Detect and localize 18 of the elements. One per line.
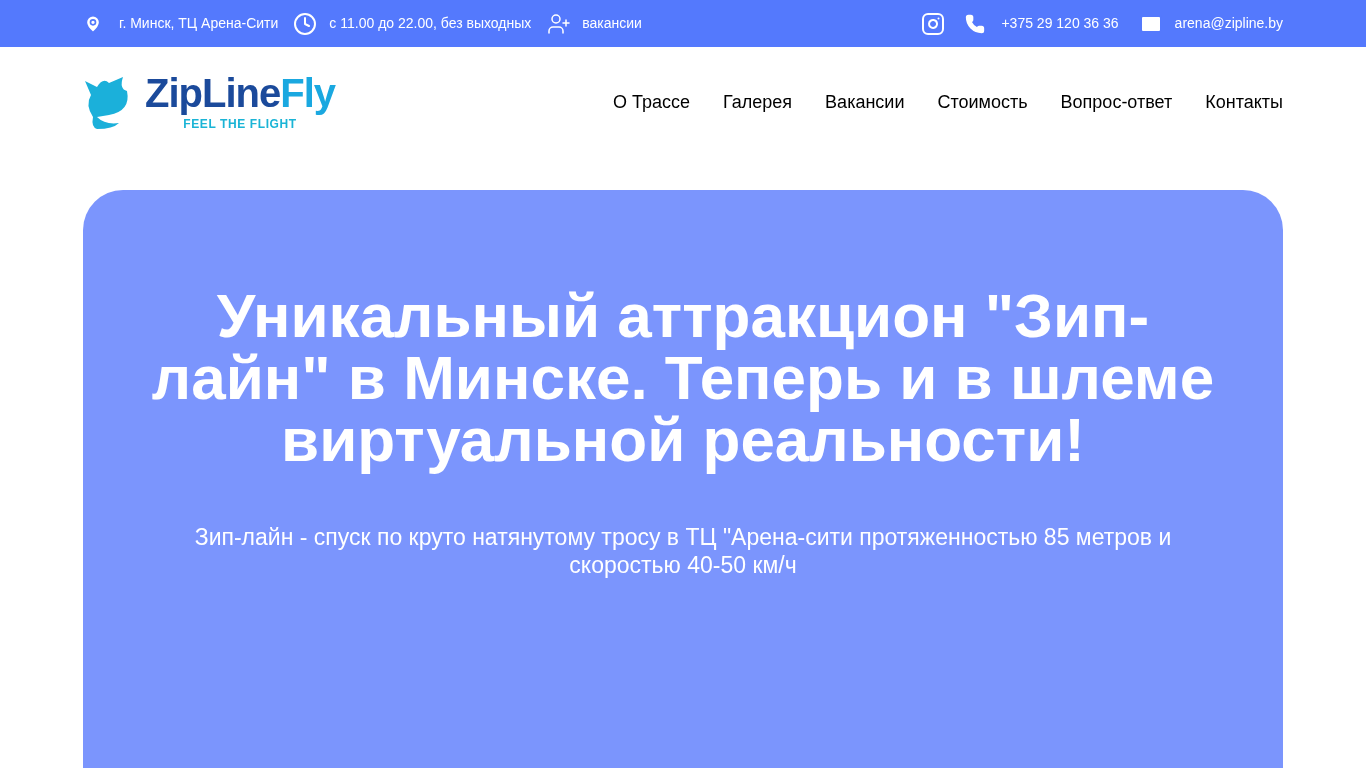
hours-text: с 11.00 до 22.00, без выходных bbox=[329, 14, 532, 33]
person-plus-icon bbox=[547, 11, 572, 36]
address-text: г. Минск, ТЦ Арена-Сити bbox=[119, 14, 279, 33]
nav-link[interactable]: Вопрос-ответ bbox=[1060, 88, 1173, 116]
hero-subtitle: Зип-лайн - спуск по круто натянутому тросу в ТЦ "Арена-сити протяженностью 85 метров и скоростью 40-50 км/ч bbox=[193, 523, 1173, 579]
nav-link[interactable]: О Трассе bbox=[613, 88, 691, 116]
instagram-icon[interactable] bbox=[921, 11, 946, 36]
phone-link[interactable]: +375 29 120 36 36 bbox=[1001, 13, 1119, 34]
clock-icon bbox=[293, 11, 318, 36]
email-link[interactable]: arena@zipline.by bbox=[1174, 13, 1283, 34]
nav-link[interactable]: Вакансии bbox=[825, 88, 905, 116]
phone-icon bbox=[965, 13, 986, 34]
nav-link[interactable]: Галерея bbox=[723, 88, 793, 116]
nav-link[interactable]: Стоимость bbox=[937, 88, 1028, 116]
jobs-link[interactable]: вакансии bbox=[582, 13, 642, 34]
logo-tagline: FEEL THE FLIGHT bbox=[183, 116, 297, 133]
logo-wordmark: ZipLineFly bbox=[145, 71, 335, 115]
nav-link[interactable]: Контакты bbox=[1205, 88, 1283, 116]
